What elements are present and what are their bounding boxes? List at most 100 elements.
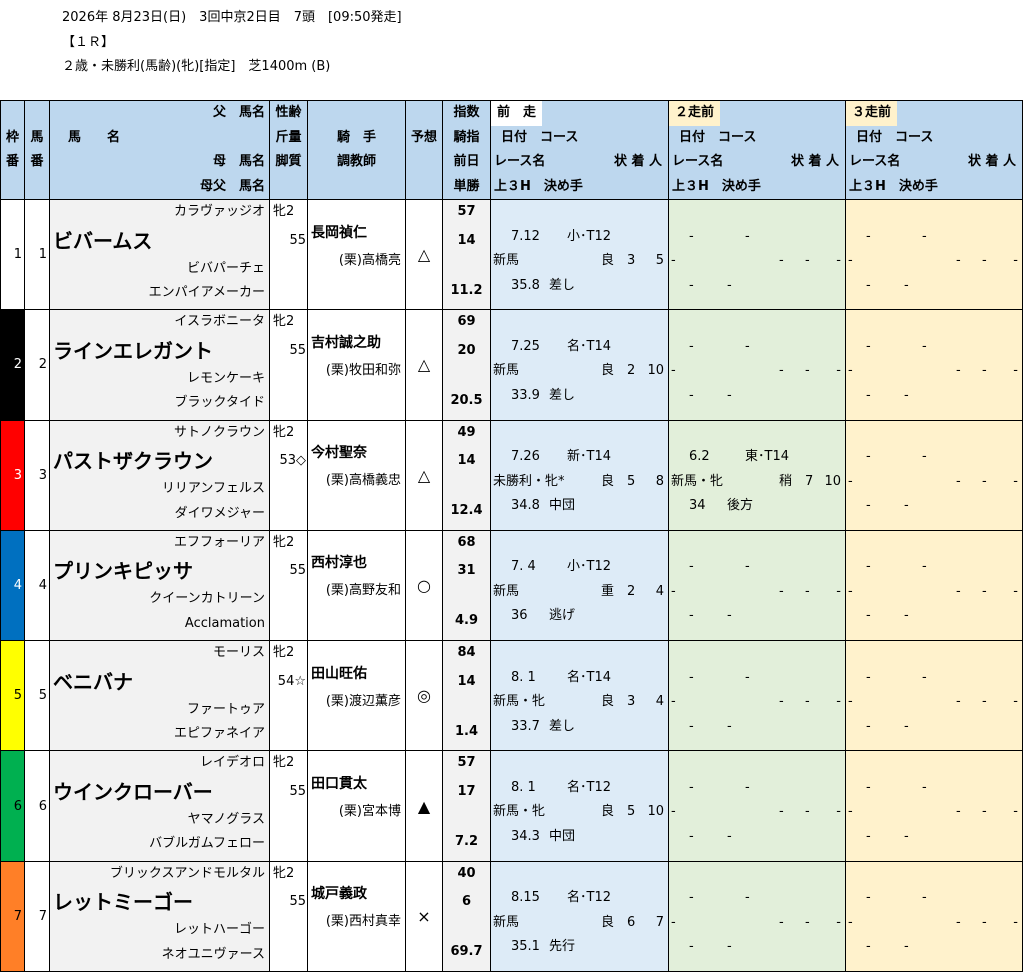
damsire-name: ネオユニヴァース xyxy=(161,946,265,962)
jockey-name: 田口貫太 xyxy=(311,775,367,792)
waku-cell: 3 xyxy=(0,419,25,531)
race-date-line: 2026年 8月23日(日) 3回中京2日目 7頭 [09:50発走] xyxy=(62,10,402,25)
umaban-cell: 4 xyxy=(24,529,50,642)
zenjitsu xyxy=(444,367,490,389)
prev2-cell: -- ---- -- xyxy=(668,860,846,973)
prev1-cell: 7.26 新･T14 未勝利・牝* 良 5 8 34.8 中団 xyxy=(490,419,669,531)
prev3-cell: -- ---- -- xyxy=(845,640,1023,752)
horse-name-cell: レイデオロ ウインクローバー ヤマノグラス バブルガムフェロー xyxy=(49,750,270,862)
zenjitsu xyxy=(444,257,490,279)
horse-row: 1 1 カラヴァッジオ ビバームス ビバパーチェ エンパイアメーカー 牝2 55… xyxy=(0,198,1023,311)
index-value: 49 xyxy=(457,424,476,440)
tansho-odds: 11.2 xyxy=(450,282,483,298)
prev2-cell: -- ---- -- xyxy=(668,640,846,752)
horse-name-cell: カラヴァッジオ ビバームス ビバパーチェ エンパイアメーカー xyxy=(49,198,270,311)
horse-row: 7 7 ブリックスアンドモルタル レットミーゴー レットハーゴー ネオユニヴァー… xyxy=(0,860,1023,973)
trainer-name: (栗)西村真幸 xyxy=(325,914,401,930)
index-cell: 69 20 20.5 xyxy=(442,309,491,421)
zenjitsu xyxy=(444,698,490,720)
index-cell: 40 6 69.7 xyxy=(442,860,491,973)
trainer-name: (栗)渡辺薫彦 xyxy=(325,693,401,709)
dam-name: ヤマノグラス xyxy=(187,811,265,827)
sex-age-cell: 牝2 55 xyxy=(269,309,308,421)
tansho-odds: 12.4 xyxy=(450,503,483,519)
horse-name: プリンキピッサ xyxy=(53,559,193,584)
prev3-cell: -- ---- -- xyxy=(845,860,1023,973)
jockey-index: 31 xyxy=(457,563,476,579)
jockey-index: 14 xyxy=(457,453,476,469)
sex-age-cell: 牝2 55 xyxy=(269,198,308,311)
umaban-cell: 6 xyxy=(24,750,50,862)
prev1-cell: 8. 1 名･T14 新馬・牝良 3 4 33.7 差し xyxy=(490,640,669,752)
tansho-odds: 4.9 xyxy=(454,613,479,629)
waku-header: 枠番 xyxy=(0,100,25,200)
sex-age: 牝2 xyxy=(273,424,295,440)
horse-row: 5 5 モーリス ベニバナ ファートゥア エピファネイア 牝2 54☆ 田山旺佑… xyxy=(0,640,1023,752)
index-cell: 49 14 12.4 xyxy=(442,419,491,531)
prediction-cell: ◎ xyxy=(405,640,443,752)
horse-name-cell: サトノクラウン パストザクラウン リリアンフェルス ダイワメジャー xyxy=(49,419,270,531)
kinryo: 55 xyxy=(289,563,306,579)
horse-row: 2 2 イスラボニータ ラインエレガント レモンケーキ ブラックタイド 牝2 5… xyxy=(0,309,1023,421)
sire-name: サトノクラウン xyxy=(173,424,265,440)
kinryo: 55 xyxy=(289,783,306,799)
index-cell: 57 17 7.2 xyxy=(442,750,491,862)
tansho-odds: 1.4 xyxy=(454,723,479,739)
prev1-cell: 8.15 名･T12 新馬良 6 7 35.1 先行 xyxy=(490,860,669,973)
jockey-index: 6 xyxy=(461,894,472,910)
sex-age: 牝2 xyxy=(273,755,295,771)
prediction-cell: △ xyxy=(405,198,443,311)
sex-age-cell: 牝2 55 xyxy=(269,529,308,642)
index-value: 68 xyxy=(457,534,476,550)
index-value: 69 xyxy=(457,314,476,330)
sex-age-cell: 牝2 55 xyxy=(269,750,308,862)
umaban-header: 馬番 xyxy=(24,100,50,200)
damsire-name: エピファネイア xyxy=(173,726,265,742)
waku-cell: 7 xyxy=(0,860,25,973)
index-value: 57 xyxy=(457,204,476,219)
prev2-cell: 6.2 東･T14 新馬・牝稍 7 10 34 後方 xyxy=(668,419,846,531)
sire-name: カラヴァッジオ xyxy=(173,204,265,219)
waku-cell: 5 xyxy=(0,640,25,752)
prev2-cell: -- ---- -- xyxy=(668,198,846,311)
kinryo: 55 xyxy=(289,342,306,358)
prev3-cell: -- ---- -- xyxy=(845,198,1023,311)
horse-row: 6 6 レイデオロ ウインクローバー ヤマノグラス バブルガムフェロー 牝2 5… xyxy=(0,750,1023,862)
prev3-cell: -- ---- -- xyxy=(845,750,1023,862)
trainer-name: (栗)宮本博 xyxy=(338,803,401,819)
prev2-cell: -- ---- -- xyxy=(668,750,846,862)
jockey-name: 長岡禎仁 xyxy=(311,224,367,241)
prediction-cell: ○ xyxy=(405,529,443,642)
kinryo: 55 xyxy=(289,232,306,248)
umaban-cell: 1 xyxy=(24,198,50,311)
dam-name: ビバパーチェ xyxy=(186,260,265,276)
horse-name: パストザクラウン xyxy=(53,449,213,474)
jockey-name: 今村聖奈 xyxy=(311,445,367,462)
jockey-name: 城戸義政 xyxy=(311,886,367,903)
waku-cell: 4 xyxy=(0,529,25,642)
horse-name: ビバームス xyxy=(53,228,153,253)
tansho-odds: 69.7 xyxy=(450,944,483,960)
sire-name: モーリス xyxy=(212,645,265,661)
jockey-cell: 西村淳也 (栗)高野友和 xyxy=(307,529,406,642)
zenjitsu xyxy=(444,918,490,940)
horse-name-cell: モーリス ベニバナ ファートゥア エピファネイア xyxy=(49,640,270,752)
trainer-name: (栗)高野友和 xyxy=(325,583,401,599)
sex-age: 牝2 xyxy=(273,314,295,330)
index-cell: 84 14 1.4 xyxy=(442,640,491,752)
prediction-cell: △ xyxy=(405,419,443,531)
sex-age: 牝2 xyxy=(273,534,295,550)
sire-name: ブリックスアンドモルタル xyxy=(109,865,265,881)
horse-row: 3 3 サトノクラウン パストザクラウン リリアンフェルス ダイワメジャー 牝2… xyxy=(0,419,1023,531)
jockey-index: 20 xyxy=(457,342,476,358)
sire-name: レイデオロ xyxy=(199,755,265,771)
horse-name-header: 父 馬名 馬 名 母 馬名 母父 馬名 xyxy=(49,100,270,200)
jockey-cell: 田山旺佑 (栗)渡辺薫彦 xyxy=(307,640,406,752)
jockey-header: 騎 手 調教師 xyxy=(307,100,406,200)
jockey-name: 吉村誠之助 xyxy=(311,334,381,351)
umaban-cell: 7 xyxy=(24,860,50,973)
jockey-index: 14 xyxy=(457,232,476,248)
damsire-name: バブルガムフェロー xyxy=(149,836,265,852)
sex-age-cell: 牝2 54☆ xyxy=(269,640,308,752)
prev1-cell: 7.25 名･T14 新馬良 2 10 33.9 差し xyxy=(490,309,669,421)
